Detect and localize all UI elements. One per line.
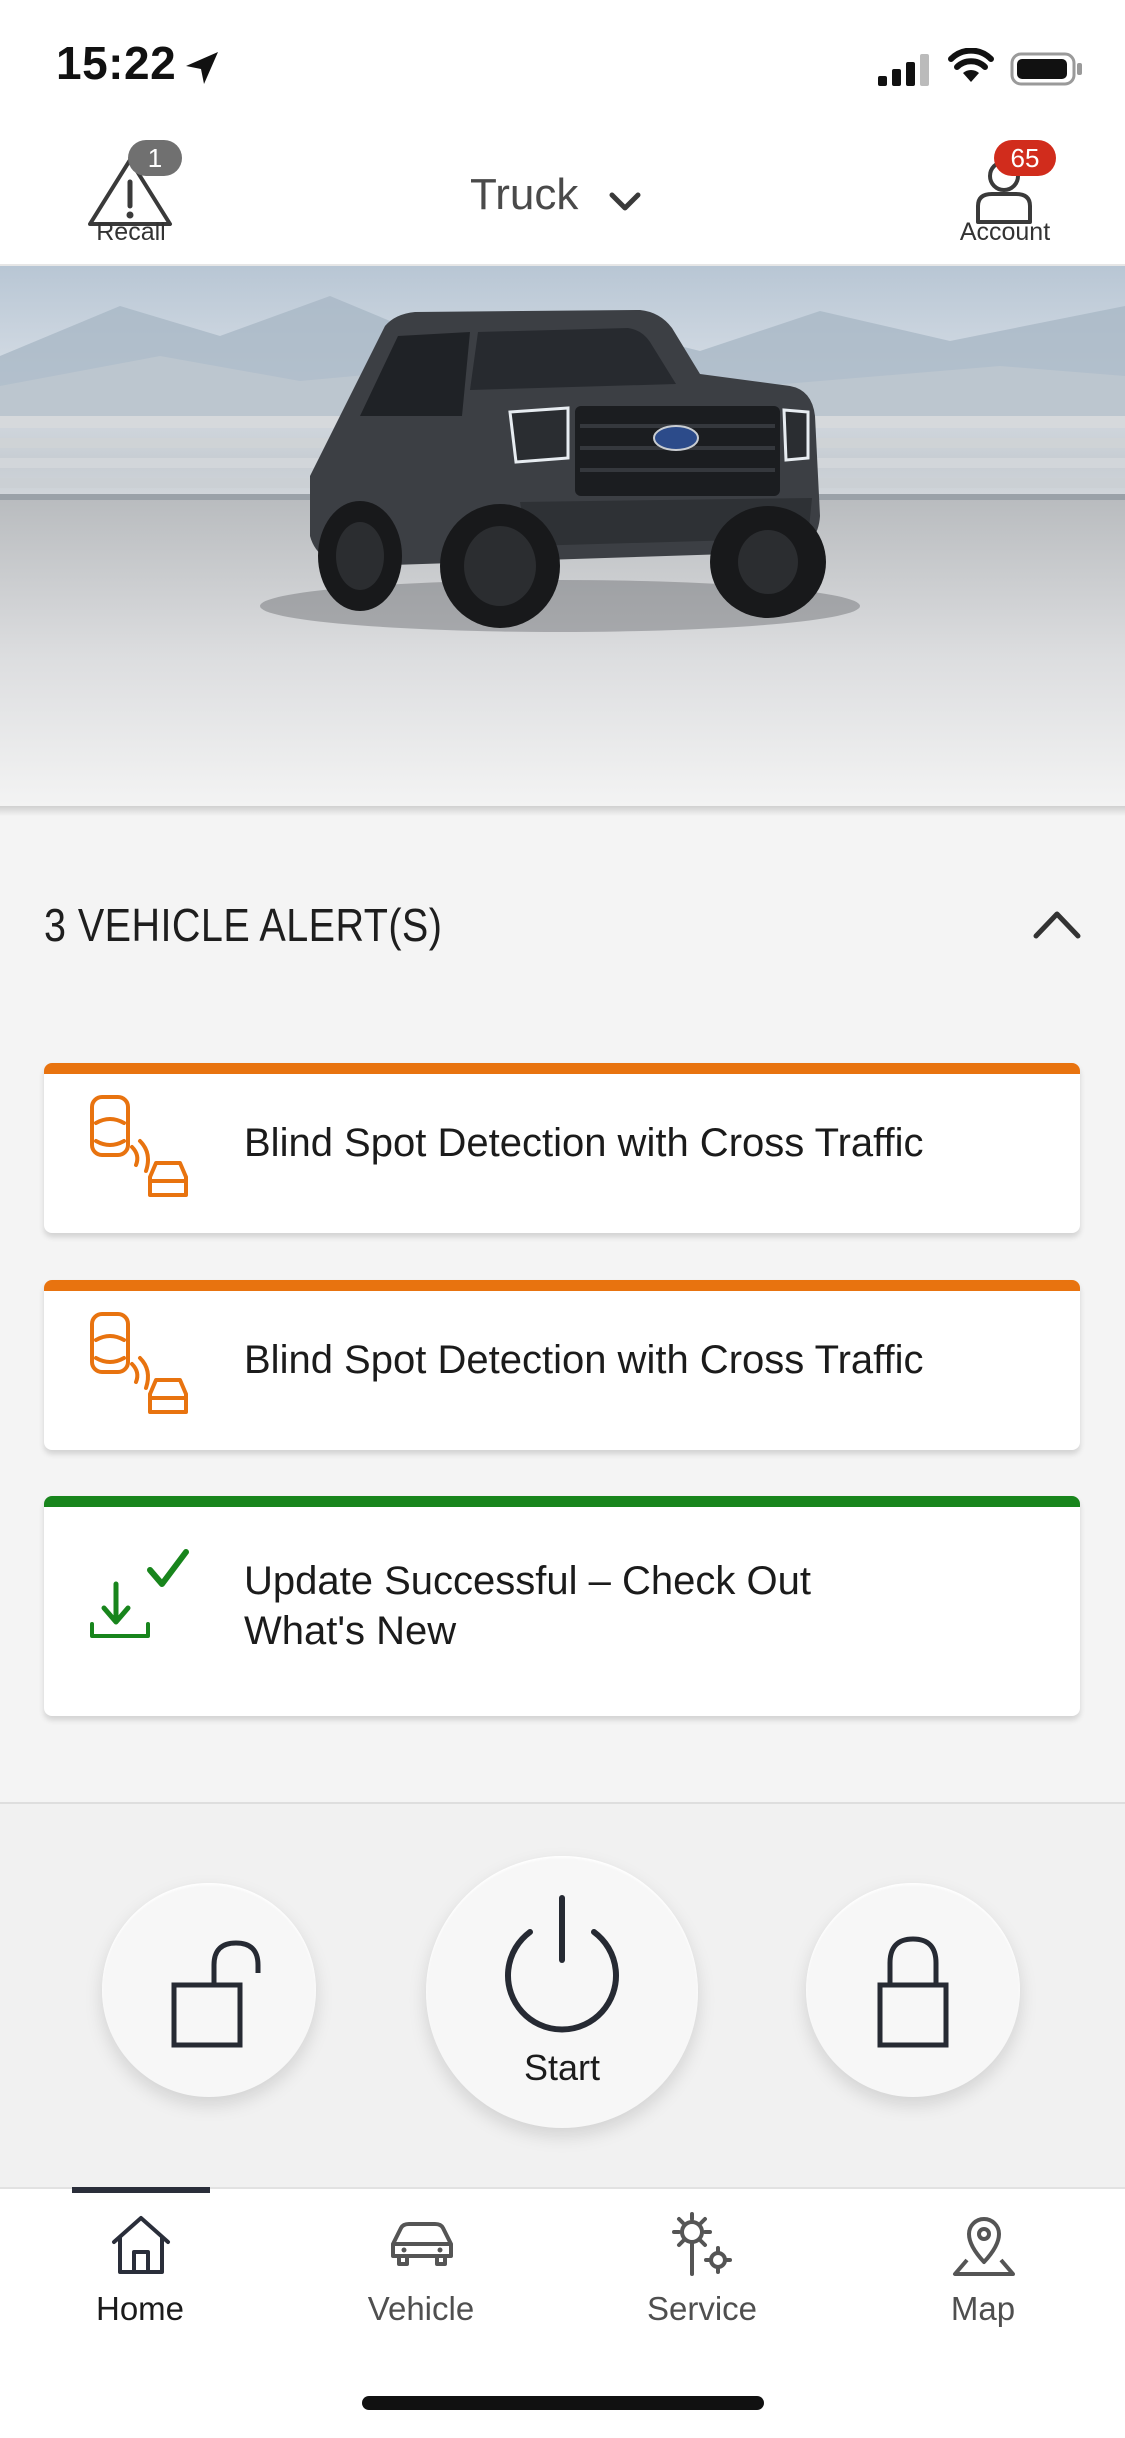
tab-map[interactable]: Map [883, 2190, 1083, 2340]
wifi-icon [948, 48, 994, 82]
location-arrow-icon [186, 52, 218, 84]
car-icon [391, 2222, 453, 2266]
tab-home[interactable]: Home [40, 2190, 240, 2340]
battery-icon [1010, 52, 1082, 86]
home-icon [112, 2216, 170, 2274]
start-label: Start [523, 2047, 601, 2088]
home-indicator [362, 2396, 764, 2410]
unlock-icon [171, 1940, 261, 2048]
recall-label: Recall [96, 218, 166, 246]
recall-count-badge: 1 [128, 140, 182, 176]
alert-card-update-successful[interactable]: Update Successful – Check Out What's New [44, 1496, 1080, 1716]
status-time: 15:22 [56, 37, 177, 89]
alerts-heading: 3 VEHICLE ALERT(S) [44, 899, 443, 951]
tab-service-label: Service [646, 2290, 758, 2327]
cellular-signal-icon [878, 54, 929, 86]
tab-vehicle-label: Vehicle [367, 2290, 475, 2327]
chevron-up-icon[interactable] [1030, 906, 1084, 942]
pickup-truck-image [0, 296, 1125, 811]
alert-text: Update Successful – Check Out What's New [244, 1556, 811, 1656]
alert-text: Blind Spot Detection with Cross Traffic [244, 1121, 924, 1165]
vehicle-name: Truck [470, 170, 579, 219]
lock-icon [877, 1936, 949, 2048]
service-gears-icon [672, 2212, 732, 2276]
account-label: Account [959, 218, 1051, 246]
alert-status-bar [44, 1496, 1080, 1507]
tab-vehicle[interactable]: Vehicle [321, 2190, 521, 2340]
download-check-icon [90, 1549, 189, 1638]
alert-status-bar [44, 1063, 1080, 1074]
map-pin-icon [953, 2217, 1015, 2276]
hero-divider [0, 806, 1125, 816]
tab-service[interactable]: Service [602, 2190, 802, 2340]
unlock-button[interactable] [102, 1883, 316, 2097]
alert-text-line-1: Update Successful – Check Out [244, 1559, 811, 1603]
chevron-down-icon[interactable] [608, 190, 642, 214]
alert-text: Blind Spot Detection with Cross Traffic [244, 1338, 924, 1382]
blind-spot-icon [90, 1312, 188, 1414]
account-notification-badge: 65 [994, 140, 1056, 176]
blind-spot-icon [90, 1095, 188, 1197]
alert-text-line-2: What's New [244, 1609, 457, 1653]
tab-map-label: Map [950, 2290, 1016, 2327]
alert-status-bar [44, 1280, 1080, 1291]
vehicle-hero-image [0, 266, 1125, 811]
tab-home-label: Home [95, 2290, 185, 2327]
lock-button[interactable] [806, 1883, 1020, 2097]
alert-card-blind-spot-2[interactable]: Blind Spot Detection with Cross Traffic [44, 1280, 1080, 1450]
alert-card-blind-spot-1[interactable]: Blind Spot Detection with Cross Traffic [44, 1063, 1080, 1233]
